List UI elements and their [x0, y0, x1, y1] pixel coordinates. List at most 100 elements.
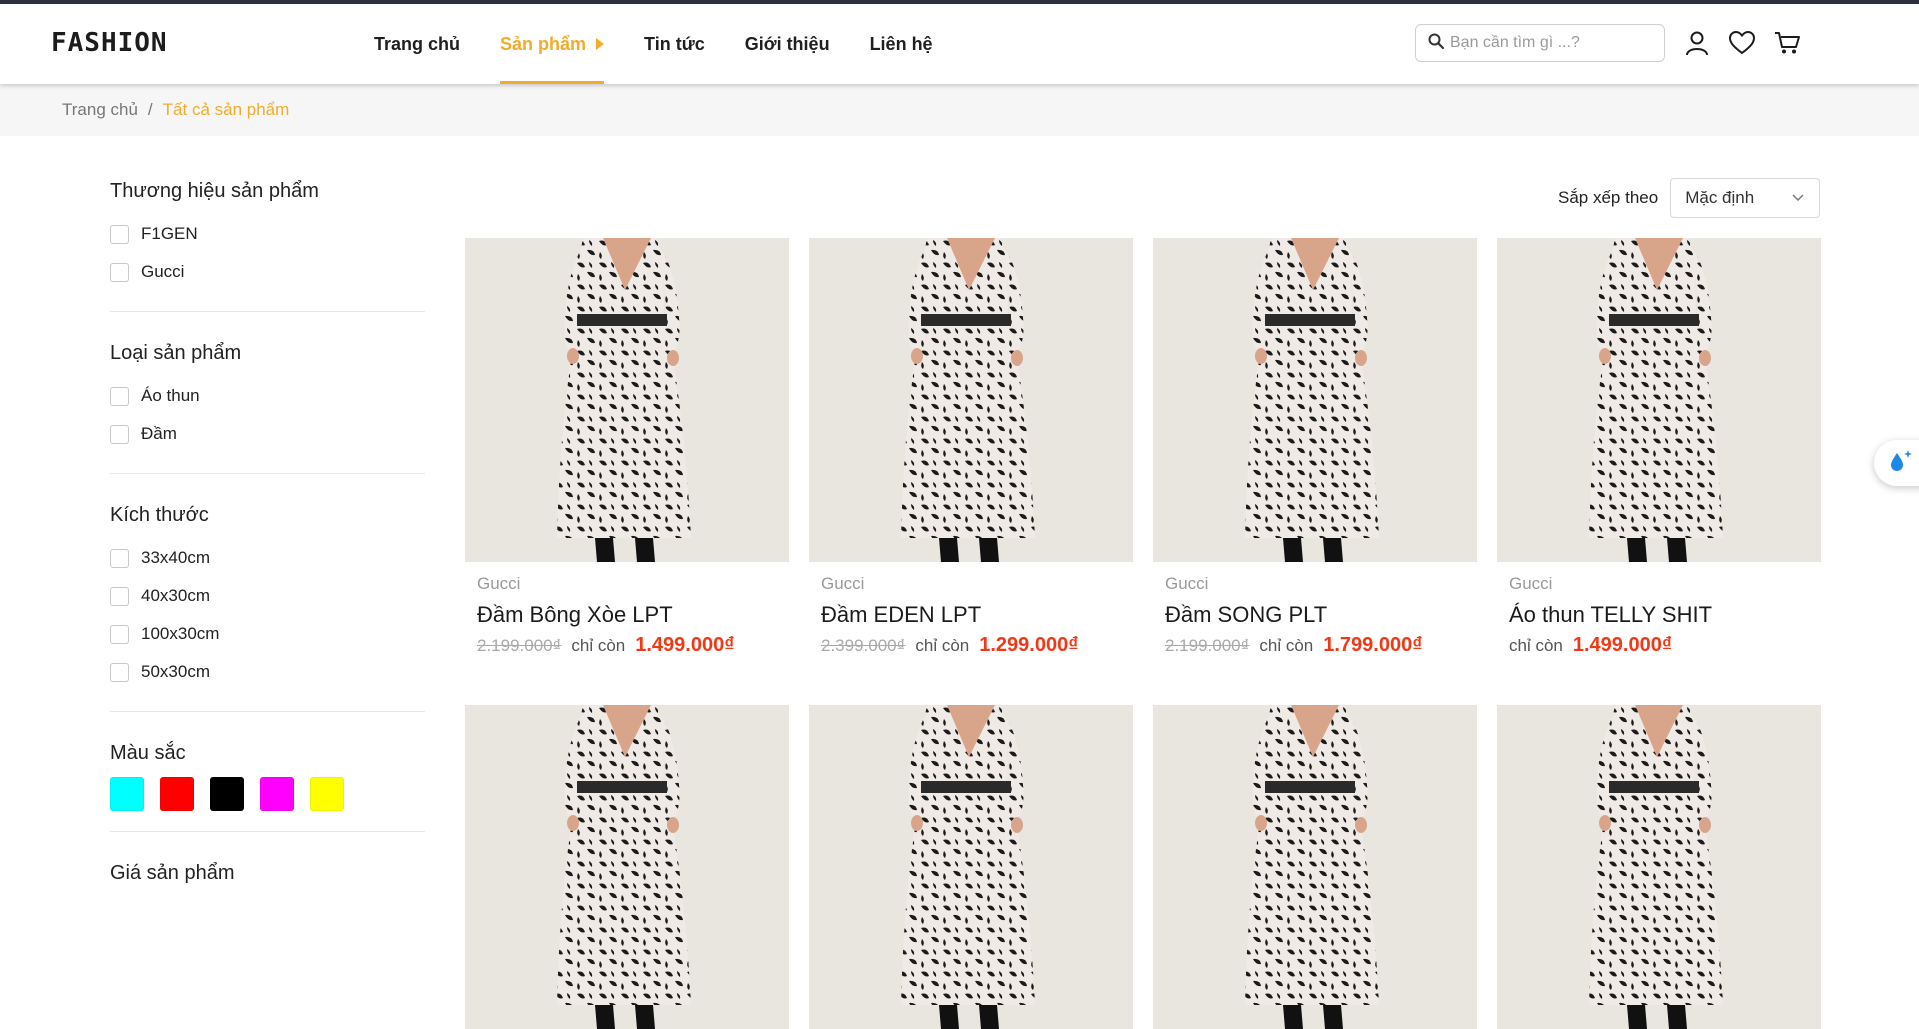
product-brand: Gucci [821, 574, 865, 593]
nav-item-contact[interactable]: Liên hệ [870, 4, 933, 84]
filter-option[interactable]: 40x30cm [110, 577, 425, 615]
filter-option[interactable]: F1GEN [110, 215, 425, 253]
product-image[interactable] [465, 238, 789, 562]
price-row: 2.399.000₫ chỉ còn 1.299.000₫ [821, 634, 1121, 657]
breadcrumb: Trang chủ / Tất cả sản phẩm [62, 100, 289, 120]
filter-option[interactable]: Áo thun [110, 377, 425, 415]
price-row: 2.199.000₫ chỉ còn 1.799.000₫ [1165, 634, 1465, 657]
filter-sidebar: Thương hiệu sản phẩm F1GEN Gucci Loại sả… [110, 180, 425, 897]
checkbox[interactable] [110, 624, 129, 644]
product-name[interactable]: Áo thun TELLY SHIT [1509, 602, 1809, 628]
checkbox[interactable] [110, 548, 129, 568]
filter-option[interactable]: 33x40cm [110, 539, 425, 577]
color-swatch-red[interactable] [160, 777, 194, 811]
breadcrumb-home-link[interactable]: Trang chủ [62, 100, 138, 120]
checkbox[interactable] [110, 386, 129, 406]
nav-label: Tin tức [644, 33, 705, 54]
only-label: chỉ còn [915, 636, 970, 655]
heart-icon[interactable] [1727, 28, 1757, 58]
product-name[interactable]: Đầm Bông Xòe LPT [477, 602, 777, 628]
nav-label: Trang chủ [374, 33, 461, 54]
product-image[interactable] [1153, 705, 1477, 1029]
color-swatch-yellow[interactable] [310, 777, 344, 811]
product-card[interactable] [1153, 705, 1477, 1029]
product-card[interactable] [1497, 705, 1821, 1029]
product-info: Gucci Áo thun TELLY SHIT chỉ còn 1.499.000₫ [1497, 562, 1821, 657]
filter-option[interactable]: 50x30cm [110, 653, 425, 691]
filter-option[interactable]: 100x30cm [110, 615, 425, 653]
filter-title: Loại sản phẩm [110, 342, 242, 364]
product-card[interactable] [809, 705, 1133, 1029]
filter-group-brand: Thương hiệu sản phẩm F1GEN Gucci [110, 180, 425, 312]
color-swatch-black[interactable] [210, 777, 244, 811]
user-icon[interactable] [1682, 28, 1712, 58]
product-name[interactable]: Đầm SONG PLT [1165, 602, 1465, 628]
checkbox[interactable] [110, 262, 129, 282]
water-drop-sparkle-icon [1886, 447, 1916, 480]
color-swatch-magenta[interactable] [260, 777, 294, 811]
filter-option-label: Gucci [141, 262, 185, 281]
breadcrumb-separator: / [147, 100, 153, 119]
main-nav: Trang chủ Sản phẩm Tin tức Giới thiệu Li… [374, 4, 973, 84]
sale-price: 1.499.000₫ [635, 634, 735, 656]
only-label: chỉ còn [1259, 636, 1314, 655]
old-price: 2.399.000₫ [821, 636, 906, 655]
nav-item-about[interactable]: Giới thiệu [745, 4, 830, 84]
search-input[interactable] [1450, 34, 1650, 52]
product-name[interactable]: Đầm EDEN LPT [821, 602, 1121, 628]
product-image[interactable] [1497, 705, 1821, 1029]
sale-price: 1.299.000₫ [979, 634, 1079, 656]
product-brand: Gucci [1509, 574, 1553, 593]
filter-group-color: Màu sắc [110, 742, 425, 832]
search-icon [1428, 33, 1445, 54]
caret-right-icon [596, 38, 605, 50]
floating-widget-button[interactable] [1874, 440, 1919, 486]
color-swatch-cyan[interactable] [110, 777, 144, 811]
product-image[interactable] [1153, 238, 1477, 562]
product-card[interactable]: Gucci Áo thun TELLY SHIT chỉ còn 1.499.000₫ [1497, 238, 1821, 657]
nav-label: Giới thiệu [744, 33, 830, 54]
product-image[interactable] [465, 705, 789, 1029]
checkbox[interactable] [110, 224, 129, 244]
filter-group-price: Giá sản phẩm [110, 862, 425, 885]
chevron-down-icon [1791, 188, 1805, 208]
product-image[interactable] [809, 238, 1133, 562]
filter-option-label: 100x30cm [141, 624, 220, 643]
product-image[interactable] [1497, 238, 1821, 562]
filter-title: Thương hiệu sản phẩm [110, 180, 319, 202]
product-image[interactable] [809, 705, 1133, 1029]
filter-option-label: Áo thun [141, 386, 200, 405]
site-logo[interactable]: FASHION [51, 28, 168, 58]
sort-select[interactable]: Mặc định [1670, 178, 1821, 218]
filter-option[interactable]: Gucci [110, 253, 425, 291]
checkbox[interactable] [110, 662, 129, 682]
only-label: chỉ còn [571, 636, 626, 655]
checkbox[interactable] [110, 586, 129, 606]
product-grid: Gucci Đầm Bông Xòe LPT 2.199.000₫ chỉ còn 1.… [465, 238, 1821, 1029]
nav-item-products[interactable]: Sản phẩm [500, 4, 605, 84]
filter-title: Giá sản phẩm [110, 862, 235, 884]
old-price: 2.199.000₫ [1165, 636, 1250, 655]
product-card[interactable] [465, 705, 789, 1029]
product-info: Gucci Đầm EDEN LPT 2.399.000₫ chỉ còn 1.299.… [809, 562, 1133, 657]
sale-price: 1.499.000₫ [1572, 634, 1673, 656]
product-info: Gucci Đầm Bông Xòe LPT 2.199.000₫ chỉ còn 1.… [465, 562, 789, 657]
product-card[interactable]: Gucci Đầm Bông Xòe LPT 2.199.000₫ chỉ còn 1.… [465, 238, 789, 657]
filter-option-label: Đầm [141, 424, 177, 443]
product-card[interactable]: Gucci Đầm EDEN LPT 2.399.000₫ chỉ còn 1.299.… [809, 238, 1133, 657]
checkbox[interactable] [110, 424, 129, 444]
cart-icon[interactable] [1772, 28, 1802, 58]
nav-item-news[interactable]: Tin tức [644, 4, 705, 84]
sort-label: Sắp xếp theo [1558, 188, 1659, 207]
product-info: Gucci Đầm SONG PLT 2.199.000₫ chỉ còn 1.799.… [1153, 562, 1477, 657]
search-box[interactable] [1415, 24, 1665, 62]
sort-value: Mặc định [1685, 188, 1755, 207]
nav-item-home[interactable]: Trang chủ [374, 4, 460, 84]
filter-title: Kích thước [110, 504, 209, 526]
color-swatches [110, 777, 425, 811]
breadcrumb-bar: Trang chủ / Tất cả sản phẩm [0, 84, 1919, 136]
filter-group-type: Loại sản phẩm Áo thun Đầm [110, 342, 425, 474]
filter-option[interactable]: Đầm [110, 415, 425, 453]
product-card[interactable]: Gucci Đầm SONG PLT 2.199.000₫ chỉ còn 1.799.… [1153, 238, 1477, 657]
price-row: chỉ còn 1.499.000₫ [1509, 634, 1809, 657]
